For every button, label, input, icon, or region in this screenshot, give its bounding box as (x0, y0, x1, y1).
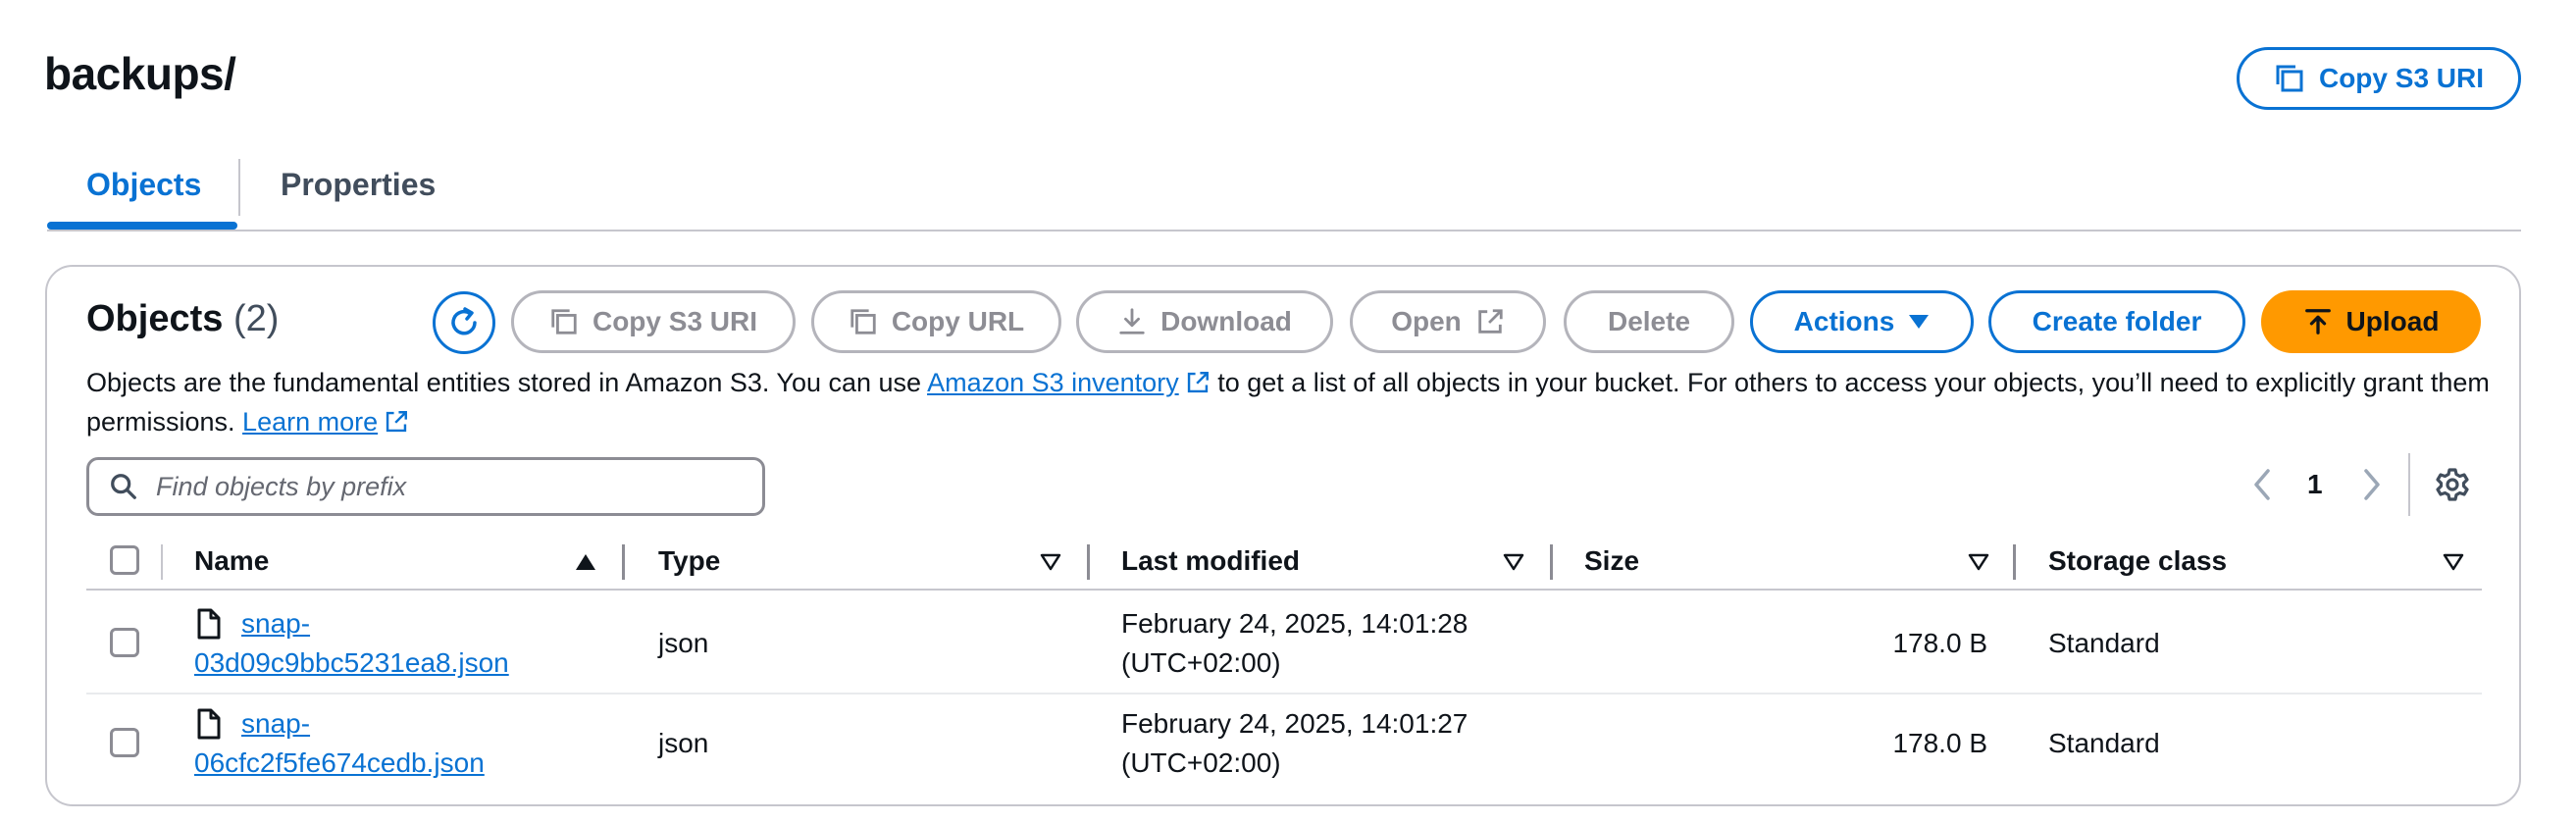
open-label: Open (1391, 306, 1462, 336)
learn-more-link-label: Learn more (242, 407, 379, 437)
object-last-modified: February 24, 2025, 14:01:28 (1121, 608, 1468, 639)
column-header-storage-class[interactable]: Storage class (2048, 545, 2227, 577)
objects-description: Objects are the fundamental entities sto… (86, 363, 2509, 441)
object-name-link[interactable]: snap- (241, 604, 310, 643)
column-separator (161, 544, 163, 580)
search-input[interactable]: Find objects by prefix (86, 457, 765, 516)
column-header-size[interactable]: Size (1584, 545, 1639, 577)
object-type: json (658, 728, 709, 758)
tab-properties[interactable]: Properties (281, 167, 436, 203)
actions-label: Actions (1793, 306, 1895, 336)
file-icon (197, 608, 221, 640)
sort-icon[interactable] (1968, 553, 1989, 571)
object-last-modified-tz: (UTC+02:00) (1121, 747, 1281, 778)
upload-icon (2304, 309, 2331, 334)
copy-icon (850, 309, 876, 334)
copy-url-button[interactable]: Copy URL (811, 290, 1061, 353)
tab-objects[interactable]: Objects (86, 167, 201, 203)
object-name-link[interactable]: 06cfc2f5fe674cedb.json (194, 744, 485, 783)
column-header-type[interactable]: Type (658, 545, 720, 577)
copy-s3-uri-label: Copy S3 URI (592, 306, 758, 336)
sort-icon[interactable] (1040, 553, 1061, 571)
external-link-icon (386, 411, 408, 433)
page-title: backups/ (44, 48, 236, 99)
file-icon (197, 708, 221, 740)
download-label: Download (1160, 306, 1292, 336)
pagination-current-page[interactable]: 1 (2307, 469, 2323, 500)
column-header-last-modified[interactable]: Last modified (1121, 545, 1300, 577)
download-icon (1119, 308, 1145, 334)
objects-heading: Objects (2) (86, 298, 279, 340)
column-resizer[interactable] (2013, 544, 2016, 580)
copy-s3-uri-header-button[interactable]: Copy S3 URI (2237, 47, 2521, 110)
delete-button[interactable]: Delete (1564, 290, 1734, 353)
delete-label: Delete (1607, 306, 1691, 336)
actions-dropdown-button[interactable]: Actions (1750, 290, 1974, 353)
object-storage-class: Standard (2048, 728, 2160, 758)
object-size: 178.0 B (1892, 728, 1987, 758)
table-row-divider (86, 693, 2482, 694)
copy-s3-uri-button[interactable]: Copy S3 URI (511, 290, 796, 353)
chevron-left-icon[interactable] (2248, 467, 2276, 502)
row-checkbox[interactable] (110, 628, 139, 657)
sort-icon[interactable] (1503, 553, 1524, 571)
column-resizer[interactable] (1087, 544, 1090, 580)
sort-ascending-icon[interactable] (575, 553, 596, 571)
copy-url-label: Copy URL (891, 306, 1025, 336)
objects-count: (2) (232, 298, 280, 339)
search-icon (111, 474, 136, 499)
refresh-icon (451, 307, 477, 335)
download-button[interactable]: Download (1076, 290, 1333, 353)
column-resizer[interactable] (622, 544, 625, 580)
tabs-divider-line (47, 230, 2521, 231)
row-checkbox[interactable] (110, 728, 139, 757)
external-link-icon (1187, 372, 1209, 393)
copy-s3-uri-header-label: Copy S3 URI (2318, 63, 2485, 93)
amazon-s3-inventory-link[interactable]: Amazon S3 inventory (927, 368, 1211, 397)
upload-button[interactable]: Upload (2261, 290, 2481, 353)
description-text-1: Objects are the fundamental entities sto… (86, 368, 928, 397)
object-last-modified: February 24, 2025, 14:01:27 (1121, 708, 1468, 739)
refresh-button[interactable] (433, 291, 495, 354)
object-size: 178.0 B (1892, 628, 1987, 658)
create-folder-button[interactable]: Create folder (1988, 290, 2245, 353)
external-link-icon (1478, 309, 1503, 334)
select-all-checkbox[interactable] (110, 545, 139, 575)
objects-heading-title: Objects (86, 298, 224, 339)
gear-icon[interactable] (2435, 467, 2470, 502)
table-header-divider (86, 589, 2482, 591)
object-name-link[interactable]: snap- (241, 704, 310, 744)
column-header-name[interactable]: Name (194, 545, 269, 577)
object-storage-class: Standard (2048, 628, 2160, 658)
object-type: json (658, 628, 709, 658)
tab-divider (238, 159, 240, 216)
copy-icon (2276, 65, 2303, 92)
upload-label: Upload (2345, 306, 2440, 336)
caret-down-icon (1909, 315, 1930, 329)
tab-active-indicator (47, 222, 237, 230)
search-placeholder: Find objects by prefix (156, 471, 407, 501)
object-name-link[interactable]: 03d09c9bbc5231ea8.json (194, 643, 509, 683)
amazon-s3-inventory-link-label: Amazon S3 inventory (927, 368, 1179, 397)
learn-more-link[interactable]: Learn more (242, 407, 409, 437)
pagination-divider (2408, 453, 2410, 516)
create-folder-label: Create folder (2032, 306, 2202, 336)
open-button[interactable]: Open (1350, 290, 1546, 353)
copy-icon (551, 309, 577, 334)
object-last-modified-tz: (UTC+02:00) (1121, 647, 1281, 678)
column-resizer[interactable] (1550, 544, 1553, 580)
chevron-right-icon[interactable] (2358, 467, 2386, 502)
sort-icon[interactable] (2443, 553, 2464, 571)
